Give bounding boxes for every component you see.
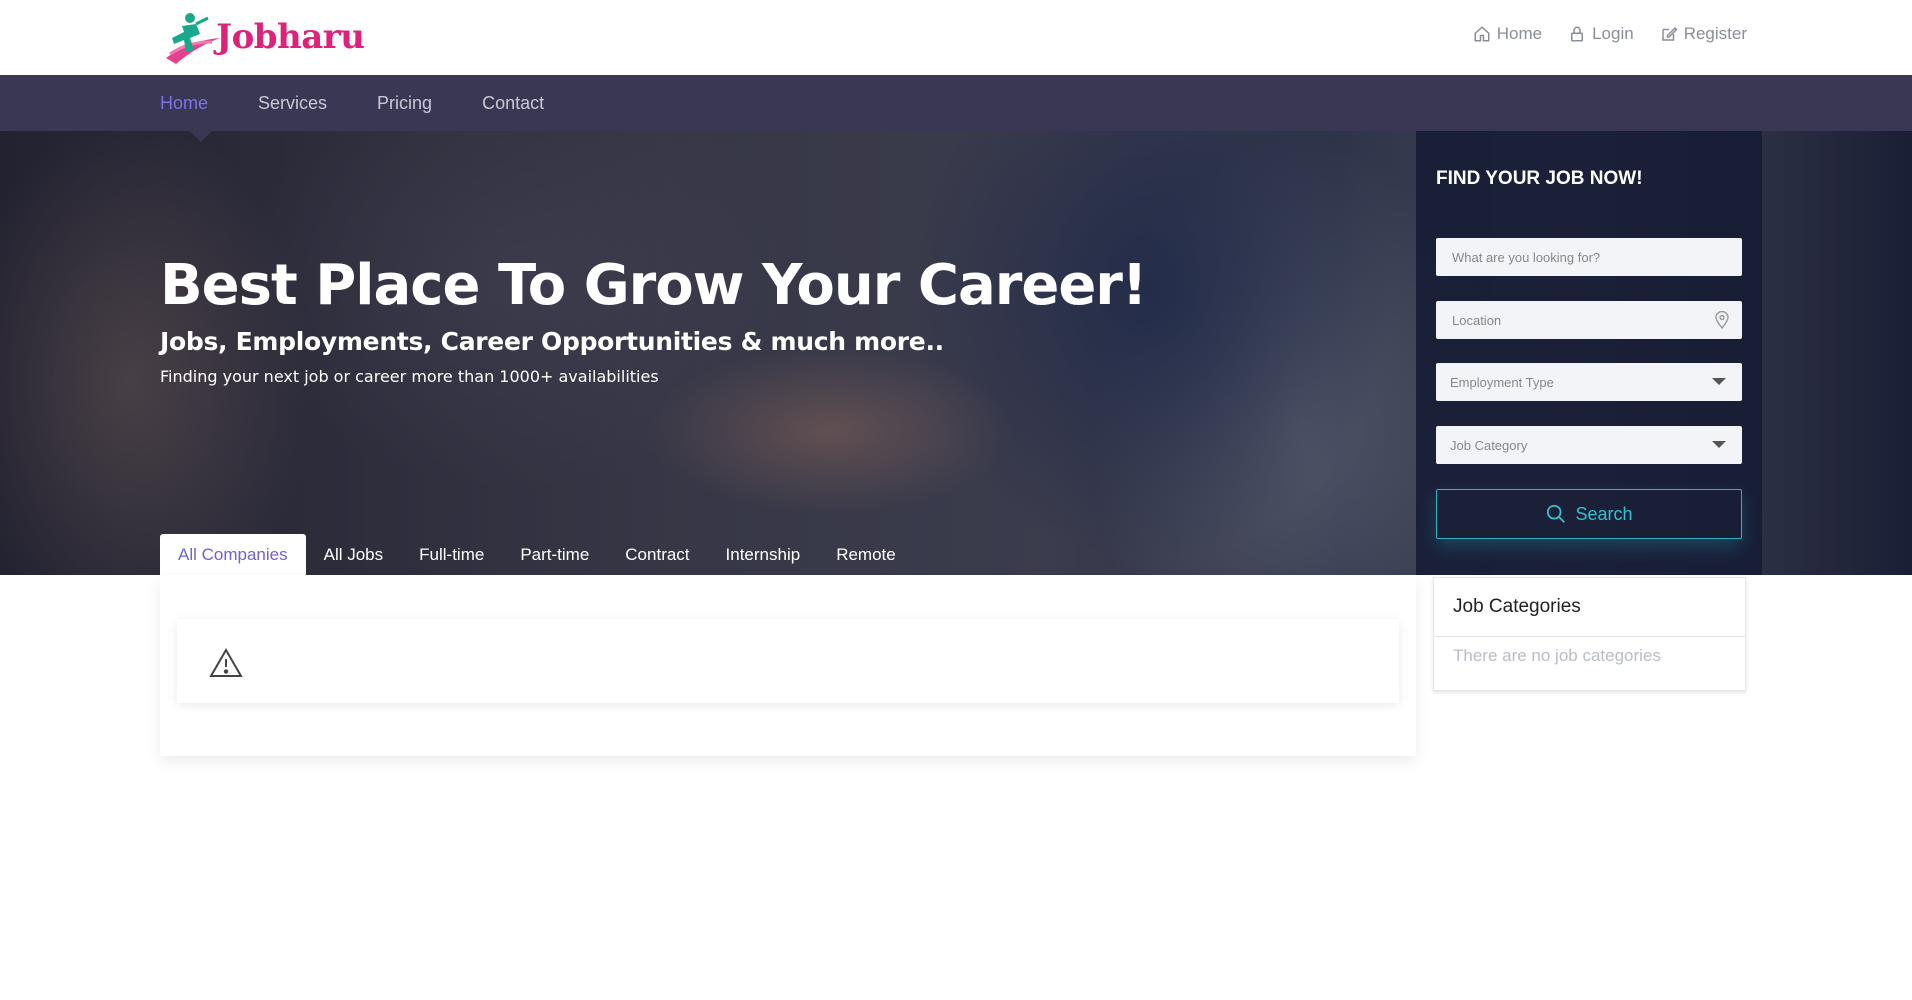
tab-all-jobs[interactable]: All Jobs	[306, 534, 402, 575]
nav-item-services[interactable]: Services	[258, 93, 327, 114]
edit-icon	[1661, 26, 1678, 41]
job-categories-empty-message: There are no job categories	[1453, 646, 1661, 665]
runner-logo-icon	[160, 8, 222, 66]
map-pin-icon	[1715, 311, 1729, 329]
search-button[interactable]: Search	[1436, 489, 1742, 539]
job-search-panel: FIND YOUR JOB NOW! Employment Type Job C…	[1416, 131, 1762, 575]
job-categories-card: Job Categories There are no job categori…	[1433, 577, 1746, 691]
home-icon	[1474, 26, 1490, 42]
tab-full-time[interactable]: Full-time	[401, 534, 502, 575]
top-link-login-label: Login	[1592, 24, 1634, 43]
job-category-select[interactable]: Job Category	[1436, 426, 1742, 464]
location-input[interactable]	[1450, 311, 1728, 329]
search-button-label: Search	[1575, 503, 1633, 524]
top-header: Jobharu Home Login Register	[0, 0, 1912, 75]
employment-type-select[interactable]: Employment Type	[1436, 363, 1742, 401]
search-icon	[1547, 504, 1566, 523]
top-link-home[interactable]: Home	[1473, 24, 1542, 44]
nav-item-pricing[interactable]: Pricing	[377, 93, 432, 114]
keyword-input[interactable]	[1450, 248, 1728, 266]
nav-item-contact[interactable]: Contact	[482, 93, 544, 114]
top-link-home-label: Home	[1496, 24, 1543, 43]
top-links: Home Login Register	[1473, 24, 1747, 44]
employment-type-value: Employment Type	[1450, 374, 1554, 390]
logo[interactable]: Jobharu	[160, 8, 365, 66]
top-link-register[interactable]: Register	[1660, 24, 1747, 44]
alert-box	[177, 619, 1399, 703]
job-tabs: All Companies All Jobs Full-time Part-ti…	[160, 534, 914, 575]
nav-item-home[interactable]: Home	[160, 93, 208, 114]
search-panel-title: FIND YOUR JOB NOW!	[1436, 168, 1643, 189]
tab-contract[interactable]: Contract	[607, 534, 707, 575]
chevron-down-icon	[1712, 441, 1726, 448]
keyword-field[interactable]	[1436, 238, 1742, 276]
listing-content-card	[160, 575, 1416, 756]
divider	[1434, 636, 1745, 637]
nav-active-indicator	[190, 131, 212, 142]
top-link-login[interactable]: Login	[1568, 24, 1634, 44]
tab-remote[interactable]: Remote	[818, 534, 914, 575]
tab-all-companies[interactable]: All Companies	[160, 534, 306, 575]
location-field[interactable]	[1436, 301, 1742, 339]
warning-icon	[209, 648, 243, 677]
tab-part-time[interactable]: Part-time	[502, 534, 607, 575]
chevron-down-icon	[1712, 378, 1726, 385]
hero-title: Best Place To Grow Your Career!	[160, 253, 1147, 318]
brand-name: Jobharu	[216, 17, 365, 57]
job-categories-title: Job Categories	[1453, 596, 1581, 617]
job-category-value: Job Category	[1450, 437, 1528, 453]
top-link-register-label: Register	[1683, 24, 1747, 43]
hero-subtitle: Jobs, Employments, Career Opportunities …	[160, 327, 944, 356]
main-navbar: Home Services Pricing Contact	[0, 75, 1912, 131]
lock-icon	[1571, 26, 1584, 42]
tab-internship[interactable]: Internship	[708, 534, 819, 575]
hero-description: Finding your next job or career more tha…	[160, 367, 659, 386]
